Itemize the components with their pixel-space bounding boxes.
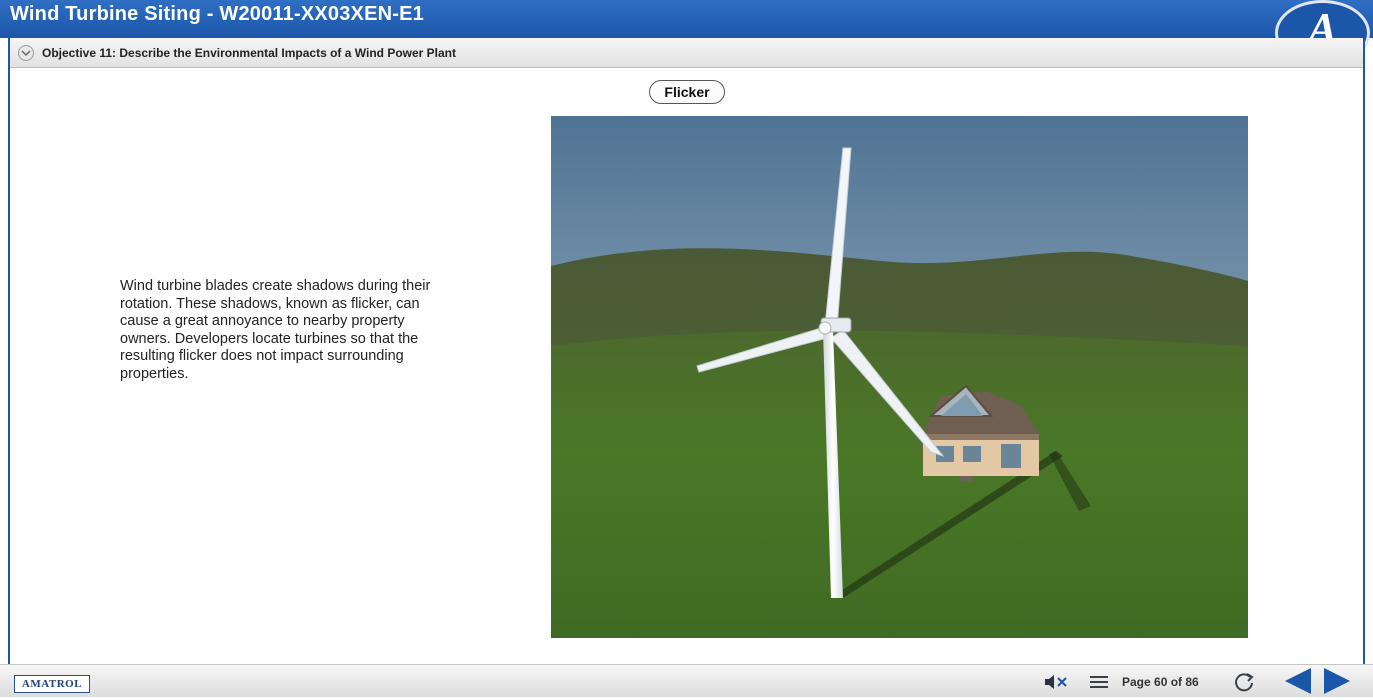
frame-left (8, 38, 10, 664)
back-arrow-icon[interactable] (1283, 667, 1313, 700)
course-title: Wind Turbine Siting - W20011-XX03XEN-E1 (10, 3, 424, 25)
page-indicator: Page 60 of 86 (1122, 675, 1199, 689)
wind-turbine-illustration (551, 116, 1248, 638)
description-text: Wind turbine blades create shadows durin… (120, 278, 431, 382)
title-bar: Wind Turbine Siting - W20011-XX03XEN-E1 (0, 0, 1373, 38)
forward-arrow-icon[interactable] (1322, 667, 1352, 700)
refresh-icon[interactable] (1233, 671, 1255, 698)
mute-icon[interactable] (1044, 674, 1070, 695)
objective-bar: Objective 11: Describe the Environmental… (10, 38, 1363, 68)
brand-logo: AMATROL (14, 675, 90, 693)
objective-title: Objective 11: Describe the Environmental… (42, 46, 457, 60)
frame-right (1363, 38, 1365, 664)
chevron-down-icon[interactable] (18, 45, 34, 61)
footer-bar: AMATROL Page 60 of 86 (0, 664, 1373, 697)
flicker-button[interactable]: Flicker (649, 80, 725, 104)
menu-icon[interactable] (1090, 675, 1108, 694)
